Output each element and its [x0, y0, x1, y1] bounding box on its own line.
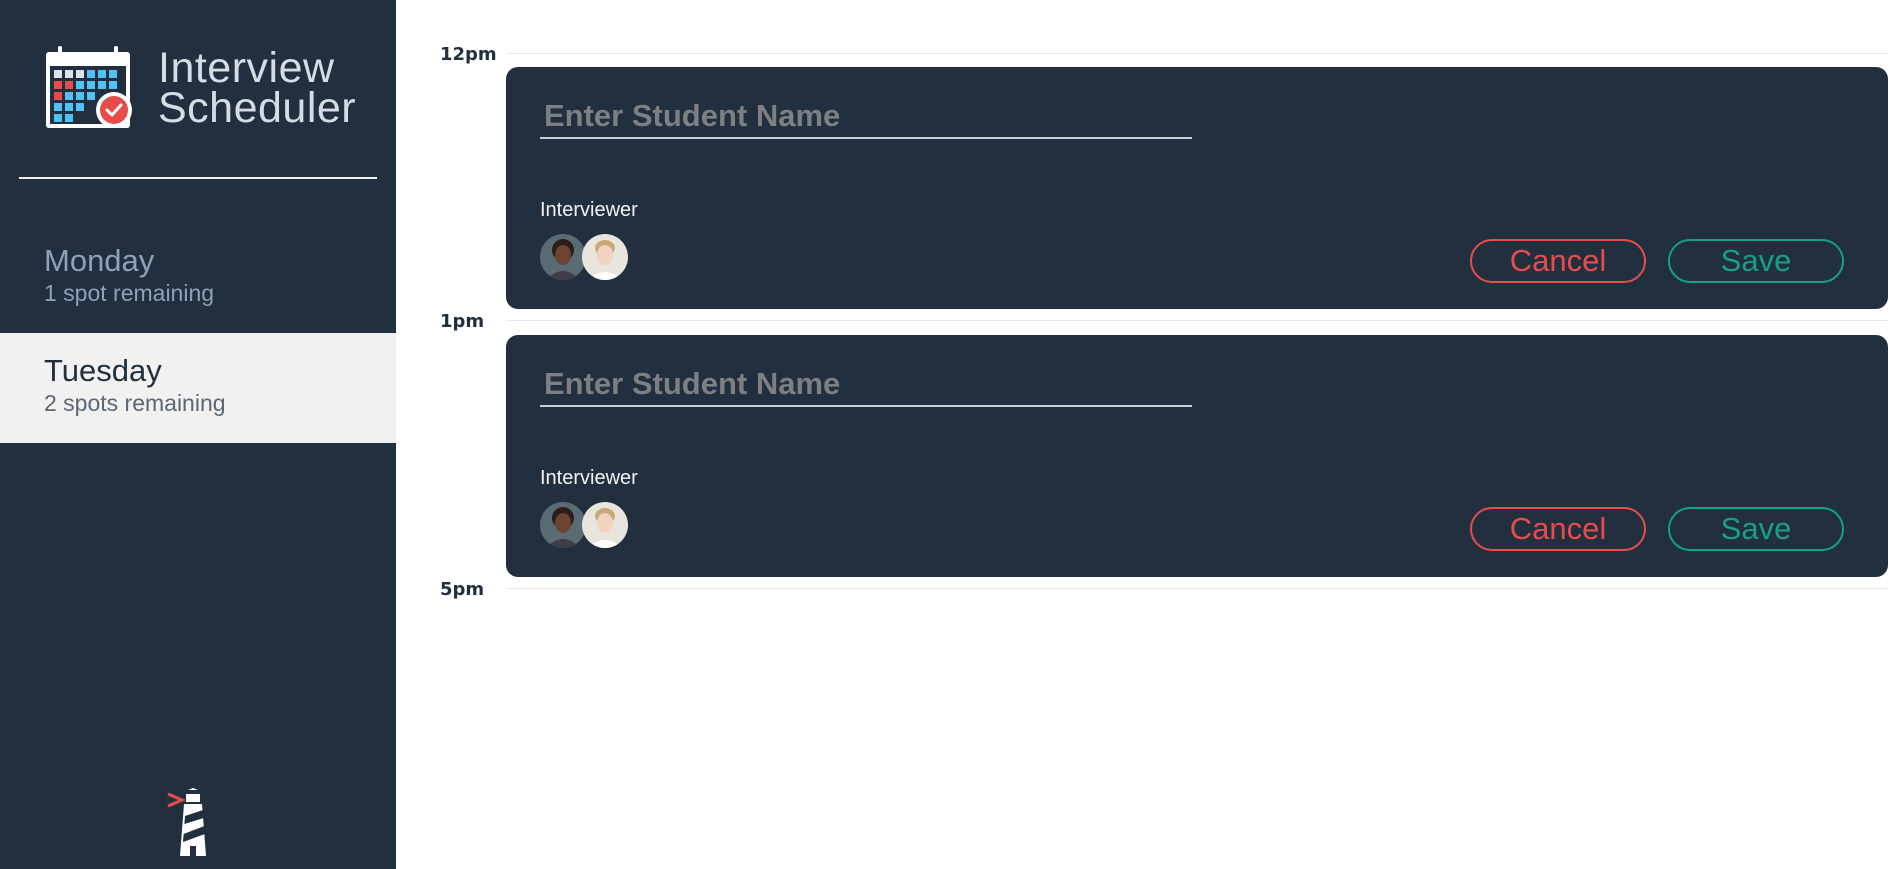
interviewer-avatar[interactable]	[582, 234, 628, 280]
sidebar-divider	[19, 177, 377, 179]
slot-separator	[506, 53, 1888, 54]
interviewer-avatar[interactable]	[540, 234, 586, 280]
save-button[interactable]: Save	[1668, 507, 1844, 551]
day-name: Tuesday	[44, 353, 162, 388]
interviewer-label: Interviewer	[540, 199, 638, 221]
sidebar: Interview Scheduler Monday 1 spot remain…	[0, 0, 396, 869]
time-label-5pm: 5pm	[440, 579, 485, 600]
app-title-line2: Scheduler	[158, 84, 357, 132]
app-title: Interview Scheduler	[158, 44, 357, 132]
cancel-button[interactable]: Cancel	[1470, 239, 1646, 283]
slot-separator	[506, 588, 1888, 589]
time-label-1pm: 1pm	[440, 311, 485, 332]
slot-separator	[506, 320, 1888, 321]
appointment-form: Interviewer	[506, 67, 1888, 309]
day-spots-remaining: 2 spots remaining	[44, 390, 226, 416]
interviewer-avatar[interactable]	[540, 502, 586, 548]
interviewer-label: Interviewer	[540, 467, 638, 489]
interviewer-list	[540, 502, 628, 548]
sidebar-item-monday[interactable]: Monday 1 spot remaining	[0, 223, 396, 333]
time-label-12pm: 12pm	[440, 44, 497, 65]
brand: Interview Scheduler	[44, 46, 356, 132]
interviewer-list	[540, 234, 628, 280]
interviewer-avatar[interactable]	[582, 502, 628, 548]
student-name-input[interactable]	[540, 95, 1192, 139]
appointment-form: Interviewer	[506, 335, 1888, 577]
app-root: Interview Scheduler Monday 1 spot remain…	[0, 0, 1898, 869]
save-button[interactable]: Save	[1668, 239, 1844, 283]
cancel-button[interactable]: Cancel	[1470, 507, 1646, 551]
app-title-line1: Interview	[158, 44, 335, 92]
student-name-input[interactable]	[540, 363, 1192, 407]
sidebar-item-tuesday[interactable]: Tuesday 2 spots remaining	[0, 333, 396, 443]
schedule: 12pm Interviewer	[396, 0, 1898, 869]
calendar-check-icon	[46, 46, 132, 128]
day-name: Monday	[44, 243, 155, 278]
day-spots-remaining: 1 spot remaining	[44, 280, 215, 306]
lighthouse-icon	[167, 788, 206, 856]
